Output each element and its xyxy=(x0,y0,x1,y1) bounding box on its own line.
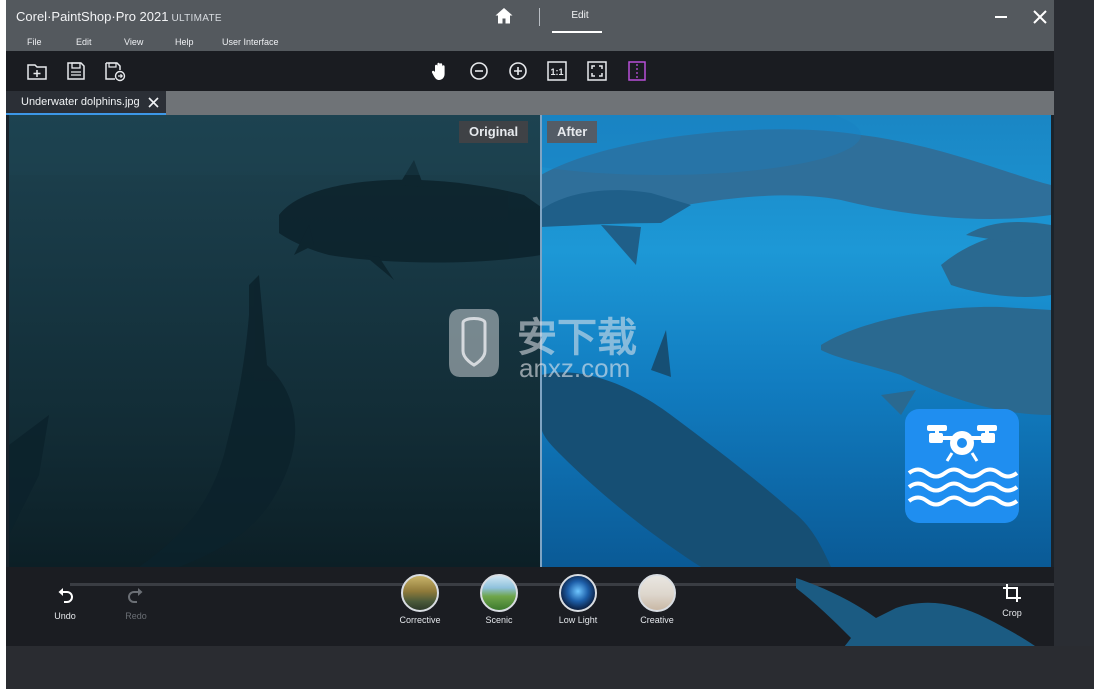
zoom-in-icon[interactable] xyxy=(507,60,529,82)
new-file-icon[interactable] xyxy=(26,60,48,82)
redo-label: Redo xyxy=(125,611,147,621)
corrective-thumb xyxy=(401,574,439,612)
preset-scenic-label: Scenic xyxy=(485,615,513,625)
preset-corrective-label: Corrective xyxy=(399,615,441,625)
bottom-backdrop xyxy=(6,646,1094,689)
home-icon[interactable] xyxy=(494,6,514,26)
document-tab-label: Underwater dolphins.jpg xyxy=(21,96,140,108)
actual-size-icon[interactable]: 1:1 xyxy=(546,60,568,82)
close-icon[interactable] xyxy=(1031,8,1049,26)
pan-hand-icon[interactable] xyxy=(429,60,451,82)
tab-edit[interactable]: Edit xyxy=(558,10,602,21)
underwater-drone-icon xyxy=(905,409,1019,523)
image-canvas[interactable]: Original After 安下载 anxz.com xyxy=(6,115,1054,567)
app-edition: ULTIMATE xyxy=(171,13,222,24)
split-view-icon[interactable] xyxy=(626,60,648,82)
preset-low-light[interactable]: Low Light xyxy=(548,574,608,625)
close-tab-icon[interactable] xyxy=(147,96,160,109)
app-window: Corel·PaintShop·Pro 2021 ULTIMATE Edit Fi… xyxy=(6,0,1054,646)
fit-to-window-icon[interactable] xyxy=(586,60,608,82)
menu-edit[interactable]: Edit xyxy=(76,37,92,47)
undo-icon xyxy=(58,588,73,603)
menu-bar: File Edit View Help User Interface xyxy=(6,34,1054,51)
redo-button[interactable]: Redo xyxy=(121,586,151,621)
menu-view[interactable]: View xyxy=(124,37,143,47)
zoom-out-icon[interactable] xyxy=(468,60,490,82)
preset-scenic[interactable]: Scenic xyxy=(469,574,529,625)
watermark-shield-icon xyxy=(449,309,499,377)
actual-size-text: 1:1 xyxy=(550,67,563,77)
redo-icon xyxy=(128,588,143,603)
preset-creative[interactable]: Creative xyxy=(627,574,687,625)
save-icon[interactable] xyxy=(65,60,87,82)
preset-corrective[interactable]: Corrective xyxy=(390,574,450,625)
original-label: Original xyxy=(459,121,529,143)
low-light-thumb xyxy=(559,574,597,612)
creative-thumb xyxy=(638,574,676,612)
preset-creative-label: Creative xyxy=(640,615,674,625)
menu-user-interface[interactable]: User Interface xyxy=(222,37,279,47)
after-label: After xyxy=(547,121,598,143)
watermark-url: anxz.com xyxy=(519,353,631,383)
scenic-thumb xyxy=(480,574,518,612)
document-tab[interactable]: Underwater dolphins.jpg xyxy=(6,91,166,115)
undo-label: Undo xyxy=(54,611,76,621)
minimize-icon[interactable] xyxy=(992,8,1010,26)
title-bar: Corel·PaintShop·Pro 2021 ULTIMATE Edit xyxy=(6,0,1054,34)
right-backdrop xyxy=(1054,0,1094,646)
app-title: Corel·PaintShop·Pro 2021 ULTIMATE xyxy=(16,9,222,24)
app-brand: Corel·PaintShop·Pro 2021 xyxy=(16,9,169,24)
menu-help[interactable]: Help xyxy=(175,37,194,47)
document-tab-bar: Underwater dolphins.jpg xyxy=(6,91,1054,115)
menu-file[interactable]: File xyxy=(27,37,42,47)
tab-edit-indicator xyxy=(552,31,602,33)
toolbar: 1:1 xyxy=(6,51,1054,91)
preset-low-light-label: Low Light xyxy=(558,615,598,625)
dolphin-tail-overlay xyxy=(796,578,1035,646)
title-separator xyxy=(539,8,540,26)
watermark: 安下载 anxz.com xyxy=(439,303,669,388)
save-as-icon[interactable] xyxy=(104,60,126,82)
undo-button[interactable]: Undo xyxy=(50,586,80,621)
